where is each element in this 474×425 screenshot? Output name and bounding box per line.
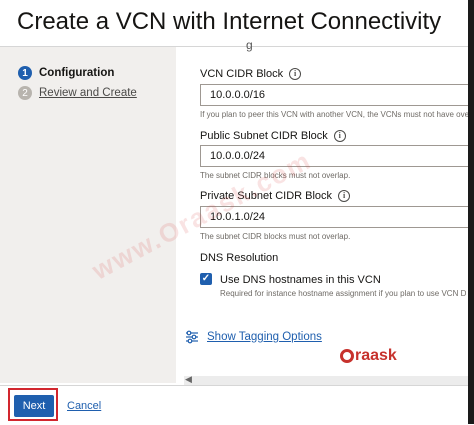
vcn-cidr-help: If you plan to peer this VCN with anothe…	[200, 110, 470, 119]
dialog-header: Create a VCN with Internet Connectivity	[0, 0, 474, 47]
step-label-configuration: Configuration	[39, 67, 115, 79]
public-subnet-input[interactable]	[200, 145, 474, 167]
checkmark-icon: ✓	[201, 273, 211, 284]
sliders-icon	[186, 330, 198, 344]
dns-hostnames-label[interactable]: Use DNS hostnames in this VCN	[220, 274, 381, 286]
dns-hostnames-help: Required for instance hostname assignmen…	[220, 289, 467, 298]
step-configuration[interactable]: 1 Configuration	[18, 65, 114, 81]
oraask-logo: raask	[340, 347, 397, 365]
logo-text: raask	[355, 347, 397, 364]
info-icon[interactable]: i	[333, 130, 346, 142]
public-subnet-label: Public Subnet CIDR Block i	[200, 130, 346, 142]
dialog-footer: Next Cancel	[0, 385, 474, 425]
logo-o-mark	[340, 349, 354, 363]
step-number-2: 2	[18, 86, 32, 100]
scroll-left-icon[interactable]: ◀	[185, 374, 192, 385]
private-subnet-help: The subnet CIDR blocks must not overlap.	[200, 232, 351, 241]
vcn-cidr-label: VCN CIDR Block i	[200, 68, 302, 80]
info-icon[interactable]: i	[289, 68, 302, 80]
tagging-options-row[interactable]: Show Tagging Options	[185, 330, 322, 344]
frame-right-edge	[468, 0, 474, 424]
dns-section-label: DNS Resolution	[200, 252, 279, 264]
next-button[interactable]: Next	[14, 395, 54, 417]
step-review-and-create[interactable]: 2 Review and Create	[18, 85, 137, 101]
step-label-review-and-create: Review and Create	[39, 87, 137, 99]
cancel-link[interactable]: Cancel	[67, 400, 101, 412]
dns-hostnames-checkbox[interactable]: ✓	[200, 273, 212, 285]
wizard-steps: 1 Configuration 2 Review and Create	[0, 47, 176, 383]
horizontal-scrollbar[interactable]: ◀	[184, 374, 474, 385]
vcn-cidr-input[interactable]	[200, 84, 474, 106]
section-heading-cutoff: g	[246, 38, 253, 52]
info-icon[interactable]: i	[338, 190, 351, 202]
show-tagging-options-link[interactable]: Show Tagging Options	[207, 331, 322, 343]
page-title: Create a VCN with Internet Connectivity	[17, 8, 442, 35]
step-number-1: 1	[18, 66, 32, 80]
